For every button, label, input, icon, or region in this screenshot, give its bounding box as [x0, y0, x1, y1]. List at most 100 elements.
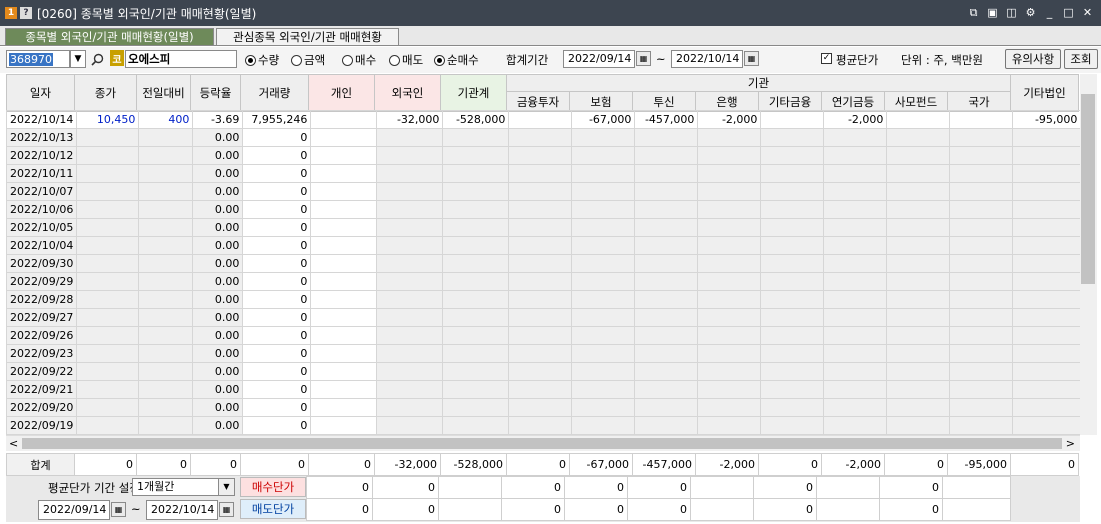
table-row[interactable]: 2022/09/23 0.00 0 — [5, 344, 1082, 363]
cell-private_fund — [886, 362, 951, 381]
search-icon[interactable] — [88, 50, 106, 68]
close-icon[interactable]: ✕ — [1080, 5, 1095, 20]
table-row[interactable]: 2022/10/04 0.00 0 — [5, 236, 1082, 255]
buy-inst-total: 0 — [372, 476, 439, 499]
table-row[interactable]: 2022/09/19 0.00 0 — [5, 416, 1082, 435]
cell-fin_invest — [508, 218, 573, 237]
cell-other_fin — [760, 416, 825, 435]
help-icon[interactable]: ? — [20, 7, 32, 19]
cell-trust — [634, 254, 699, 273]
cell-date: 2022/09/30 — [5, 254, 78, 273]
table-row[interactable]: 2022/10/06 0.00 0 — [5, 200, 1082, 219]
cell-date: 2022/10/13 — [5, 128, 78, 147]
cell-rate: 0.00 — [192, 254, 244, 273]
tab-stock-daily[interactable]: 종목별 외국인/기관 매매현황(일별) — [5, 28, 214, 46]
cell-nation — [949, 308, 1014, 327]
maximize-icon[interactable]: □ — [1061, 5, 1076, 20]
radio-qty[interactable]: 수량 — [245, 52, 279, 68]
query-button[interactable]: 조회 — [1064, 49, 1098, 69]
scroll-thumb[interactable] — [1081, 94, 1095, 284]
table-row[interactable]: 2022/09/21 0.00 0 — [5, 380, 1082, 399]
cell-insurance: -67,000 — [571, 110, 636, 129]
cell-other_corp — [1012, 200, 1082, 219]
avg-to-input[interactable]: 2022/10/14 — [146, 500, 218, 520]
cell-private_fund — [886, 110, 951, 129]
capture-icon[interactable]: ◫ — [1004, 5, 1019, 20]
calendar-icon[interactable]: ▦ — [636, 51, 651, 66]
cell-nation — [949, 182, 1014, 201]
cell-rate: 0.00 — [192, 326, 244, 345]
cell-volume: 0 — [242, 200, 312, 219]
minimize-icon[interactable]: _ — [1042, 5, 1057, 20]
calendar-icon[interactable]: ▦ — [111, 502, 126, 517]
table-row[interactable]: 2022/10/13 0.00 0 — [5, 128, 1082, 147]
gear-icon[interactable]: ⚙ — [1023, 5, 1038, 20]
cell-foreign — [376, 326, 444, 345]
scroll-left-icon[interactable]: < — [9, 437, 18, 450]
control-bar: 368970 ▼ 코 오에스피 수량 금액 매수 매도 순매수 합계기간 202… — [0, 47, 1101, 73]
radio-net[interactable]: 순매수 — [434, 52, 479, 68]
cell-other_fin — [760, 326, 825, 345]
sell-price-label: 매도단가 — [240, 499, 306, 519]
table-row[interactable]: 2022/10/05 0.00 0 — [5, 218, 1082, 237]
table-row[interactable]: 2022/10/07 0.00 0 — [5, 182, 1082, 201]
buy-bank: 0 — [627, 476, 691, 499]
tab-watchlist[interactable]: 관심종목 외국인/기관 매매현황 — [216, 28, 399, 46]
avg-from-input[interactable]: 2022/09/14 — [38, 500, 110, 520]
chevron-down-icon[interactable]: ▼ — [70, 50, 86, 68]
table-row[interactable]: 2022/10/11 0.00 0 — [5, 164, 1082, 183]
calendar-icon[interactable]: ▦ — [219, 502, 234, 517]
cell-pension — [823, 380, 888, 399]
vertical-scrollbar[interactable] — [1080, 74, 1097, 435]
cell-trust — [634, 290, 699, 309]
cell-foreign — [376, 362, 444, 381]
table-row[interactable]: 2022/10/12 0.00 0 — [5, 146, 1082, 165]
calendar-icon[interactable]: ▦ — [744, 51, 759, 66]
cell-trust — [634, 182, 699, 201]
cell-change — [138, 128, 194, 147]
table-row[interactable]: 2022/09/30 0.00 0 — [5, 254, 1082, 273]
scroll-thumb[interactable] — [22, 438, 1062, 449]
scroll-right-icon[interactable]: > — [1066, 437, 1075, 450]
cell-rate: 0.00 — [192, 398, 244, 417]
cell-inst_total — [442, 218, 510, 237]
cell-other_corp — [1012, 128, 1082, 147]
cell-pension — [823, 416, 888, 435]
col-foreign: 외국인 — [374, 74, 441, 112]
cell-rate: 0.00 — [192, 236, 244, 255]
horizontal-scrollbar[interactable]: < > — [6, 435, 1080, 451]
cell-other_corp — [1012, 236, 1082, 255]
caution-button[interactable]: 유의사항 — [1005, 49, 1061, 69]
cell-inst_total — [442, 326, 510, 345]
cell-foreign — [376, 380, 444, 399]
avg-price-checkbox[interactable]: ✓ — [821, 53, 832, 64]
period-from-input[interactable]: 2022/09/14 — [563, 50, 635, 68]
radio-amount[interactable]: 금액 — [291, 52, 325, 68]
cell-rate: 0.00 — [192, 380, 244, 399]
chevron-down-icon[interactable]: ▼ — [218, 479, 234, 495]
stock-code-input[interactable]: 368970 — [6, 50, 70, 68]
cell-pension — [823, 146, 888, 165]
save-icon[interactable]: ▣ — [985, 5, 1000, 20]
table-row[interactable]: 2022/09/22 0.00 0 — [5, 362, 1082, 381]
cell-individual — [310, 272, 378, 291]
cell-inst_total — [442, 272, 510, 291]
table-row[interactable]: 2022/09/28 0.00 0 — [5, 290, 1082, 309]
cell-close — [76, 272, 140, 291]
table-row[interactable]: 2022/10/14 10,450 400 -3.69 7,955,246 -32,000… — [5, 110, 1082, 129]
table-row[interactable]: 2022/09/29 0.00 0 — [5, 272, 1082, 291]
sum-fin-invest: 0 — [506, 453, 570, 476]
table-row[interactable]: 2022/09/27 0.00 0 — [5, 308, 1082, 327]
table-row[interactable]: 2022/09/20 0.00 0 — [5, 398, 1082, 417]
period-to-input[interactable]: 2022/10/14 — [671, 50, 743, 68]
period-select[interactable]: 1개월간 ▼ — [132, 478, 235, 496]
radio-buy[interactable]: 매수 — [342, 52, 376, 68]
col-fin-invest: 금융투자 — [506, 91, 570, 112]
cell-volume: 0 — [242, 398, 312, 417]
cell-pension — [823, 182, 888, 201]
cell-other_fin — [760, 272, 825, 291]
radio-sell[interactable]: 매도 — [389, 52, 423, 68]
table-row[interactable]: 2022/09/26 0.00 0 — [5, 326, 1082, 345]
cell-foreign — [376, 272, 444, 291]
link-icon[interactable]: ⧉ — [966, 5, 981, 20]
